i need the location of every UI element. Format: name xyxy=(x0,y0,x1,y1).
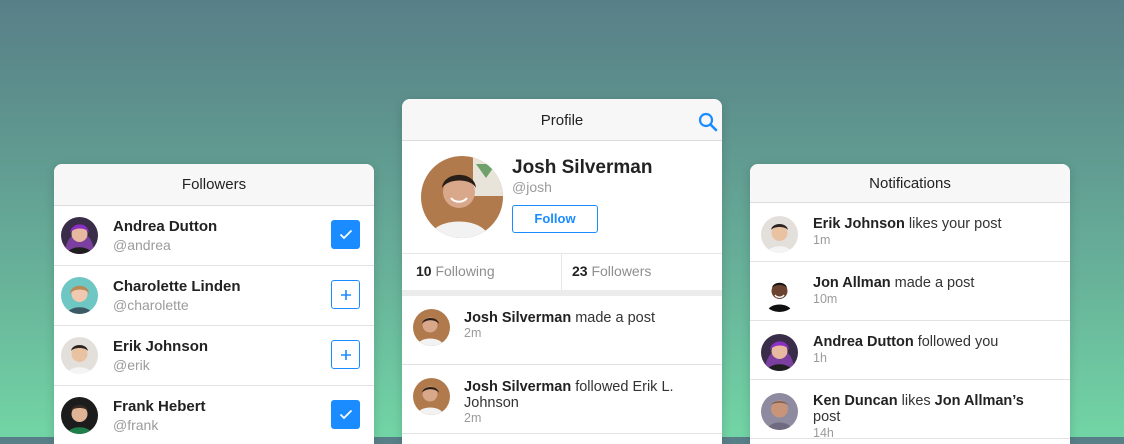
checkmark-icon xyxy=(339,409,352,420)
avatar-erik xyxy=(761,216,798,253)
profile-handle: @josh xyxy=(512,179,552,195)
notifications-header: Notifications xyxy=(750,164,1070,203)
notification-actor: Erik Johnson xyxy=(813,216,905,232)
notification-item[interactable]: Erik Johnson likes your post 1m xyxy=(750,203,1070,262)
follower-name: Andrea Dutton xyxy=(113,218,218,235)
notification-time: 10m xyxy=(813,292,838,306)
follower-name: Erik Johnson xyxy=(113,338,209,355)
followers-title: Followers xyxy=(181,176,247,193)
profile-header: Profile xyxy=(402,99,722,141)
notification-object-suffix: post xyxy=(813,409,841,425)
notifications-panel: Notifications Erik Johnson likes your po… xyxy=(750,164,1070,444)
feed-text: Josh Silverman followed Erik L. Johnson … xyxy=(464,379,694,426)
stat-divider xyxy=(561,254,562,290)
followers-header: Followers xyxy=(54,164,374,206)
feed-action: made a post xyxy=(575,310,656,326)
notification-item[interactable]: Jon Allman made a post 10m xyxy=(750,262,1070,321)
notification-action: likes xyxy=(901,393,931,409)
follower-handle: @charolette xyxy=(113,297,189,313)
follower-name: Charolette Linden xyxy=(113,278,241,295)
plus-icon xyxy=(340,349,351,360)
followers-stat[interactable]: 23 Followers xyxy=(572,263,651,279)
follower-handle: @erik xyxy=(113,357,150,373)
avatar-josh xyxy=(413,378,450,415)
follower-row[interactable]: Erik Johnson @erik xyxy=(54,326,374,386)
avatar-josh xyxy=(421,156,503,238)
search-icon[interactable] xyxy=(698,112,718,132)
feed-actor: Josh Silverman xyxy=(464,379,572,395)
notification-text: Jon Allman made a post 10m xyxy=(813,275,1053,307)
follower-row[interactable]: Charolette Linden @charolette xyxy=(54,266,374,326)
follow-button[interactable]: Follow xyxy=(512,205,598,233)
following-label: Following xyxy=(435,263,495,279)
notification-actor: Jon Allman xyxy=(813,275,891,291)
avatar-ken xyxy=(761,393,798,430)
notification-object: Jon Allman’s xyxy=(934,393,1024,409)
notification-text: Ken Duncan likes Jon Allman’s post 14h xyxy=(813,393,1053,441)
feed-item[interactable]: Josh Silverman followed Erik L. Johnson … xyxy=(402,365,722,434)
notification-time: 1h xyxy=(813,351,827,365)
notification-actor: Andrea Dutton xyxy=(813,334,914,350)
plus-icon xyxy=(340,289,351,300)
profile-panel: Profile Josh Silverman @josh Follow 10 F… xyxy=(402,99,722,444)
avatar-charolette[interactable] xyxy=(61,277,98,314)
feed-time: 2m xyxy=(464,326,482,340)
following-check-button[interactable] xyxy=(331,400,360,429)
feed-item[interactable]: Josh Silverman made a post 2m xyxy=(402,296,722,365)
following-count: 10 xyxy=(416,263,432,279)
avatar-andrea[interactable] xyxy=(61,217,98,254)
following-stat[interactable]: 10 Following xyxy=(416,263,495,279)
feed-time: 2m xyxy=(464,411,482,425)
follower-row[interactable]: Andrea Dutton @andrea xyxy=(54,206,374,266)
notification-item[interactable]: Andrea Dutton followed you 1h xyxy=(750,321,1070,380)
follower-row[interactable]: Frank Hebert @frank xyxy=(54,386,374,444)
notification-actor: Ken Duncan xyxy=(813,393,898,409)
follower-name: Frank Hebert xyxy=(113,398,206,415)
notification-time: 14h xyxy=(813,426,834,440)
avatar-andrea xyxy=(761,334,798,371)
following-check-button[interactable] xyxy=(331,220,360,249)
follower-handle: @andrea xyxy=(113,237,171,253)
notification-text: Erik Johnson likes your post 1m xyxy=(813,216,1053,248)
profile-summary: Josh Silverman @josh Follow xyxy=(402,141,722,254)
follow-plus-button[interactable] xyxy=(331,340,360,369)
avatar-josh xyxy=(413,309,450,346)
followers-panel: Followers Andrea Dutton @andrea Charolet… xyxy=(54,164,374,444)
notification-action: followed you xyxy=(917,334,999,350)
notifications-title: Notifications xyxy=(869,175,951,192)
notification-action: likes your post xyxy=(908,216,1002,232)
notification-action: made a post xyxy=(894,275,975,291)
checkmark-icon xyxy=(339,229,352,240)
avatar-frank[interactable] xyxy=(61,397,98,434)
avatar-erik[interactable] xyxy=(61,337,98,374)
followers-label: Followers xyxy=(591,263,652,279)
followers-count: 23 xyxy=(572,263,588,279)
notification-item[interactable]: Ken Duncan likes Jon Allman’s post 14h xyxy=(750,380,1070,441)
notification-time: 1m xyxy=(813,233,831,247)
notification-text: Andrea Dutton followed you 1h xyxy=(813,334,1053,366)
profile-title: Profile xyxy=(540,112,584,129)
avatar-jon xyxy=(761,275,798,312)
follower-handle: @frank xyxy=(113,417,159,433)
profile-stats: 10 Following 23 Followers xyxy=(402,254,722,296)
profile-name: Josh Silverman xyxy=(512,157,653,178)
feed-actor: Josh Silverman xyxy=(464,310,572,326)
feed-text: Josh Silverman made a post 2m xyxy=(464,310,694,341)
follow-plus-button[interactable] xyxy=(331,280,360,309)
